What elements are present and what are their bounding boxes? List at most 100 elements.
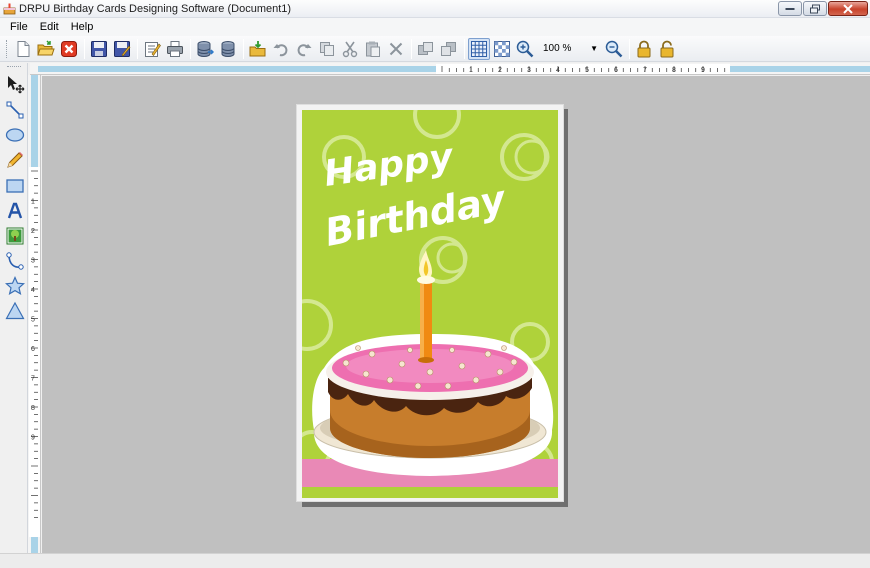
rectangle-tool[interactable] (4, 175, 26, 197)
close-document-icon (61, 40, 77, 57)
ruler-number: 3 (527, 67, 531, 74)
line-tool[interactable] (4, 99, 26, 121)
triangle-icon (5, 301, 25, 320)
toolbar-grip[interactable] (6, 39, 9, 58)
text-icon (7, 202, 23, 219)
toolbar-separator (243, 38, 244, 59)
ruler-number: 8 (672, 67, 676, 74)
ruler-ticks: 1 2 3 4 5 6 7 8 9 (31, 170, 38, 518)
import-button[interactable] (247, 38, 269, 60)
unlock-button[interactable] (656, 38, 678, 60)
maximize-button[interactable] (803, 1, 827, 16)
ruler-number: 1 (31, 199, 35, 206)
vertical-ruler: 1 2 3 4 5 6 7 8 9 (28, 75, 41, 553)
ruler-number: 5 (585, 67, 589, 74)
card-page[interactable]: Happy Birthday (296, 104, 564, 502)
new-button[interactable] (12, 38, 34, 60)
window-title: DRPU Birthday Cards Designing Software (… (19, 3, 292, 15)
zoom-out-button[interactable] (603, 38, 625, 60)
redo-button[interactable] (293, 38, 315, 60)
pointer-tool[interactable] (4, 73, 26, 95)
toolbar-separator (190, 38, 191, 59)
new-document-icon (17, 40, 30, 57)
ellipse-tool[interactable] (4, 124, 26, 146)
send-backward-icon (441, 41, 456, 56)
delete-icon (389, 42, 403, 55)
text-tool[interactable] (4, 200, 26, 222)
main-toolbar: 100 % ▼ (0, 36, 870, 62)
pencil-tool[interactable] (4, 149, 26, 171)
ruler-number: 2 (498, 67, 502, 74)
bring-forward-icon (418, 41, 433, 55)
save-as-button[interactable] (111, 38, 133, 60)
zoom-in-button[interactable] (514, 38, 536, 60)
bring-forward-button[interactable] (415, 38, 437, 60)
transparency-icon (494, 40, 510, 57)
pencil-icon (7, 152, 23, 168)
horizontal-ruler: 1 2 3 4 5 6 7 8 9 (30, 63, 870, 75)
import-icon (249, 40, 266, 56)
triangle-tool[interactable] (4, 300, 26, 322)
birthday-card[interactable]: Happy Birthday (302, 110, 558, 498)
print-button[interactable] (164, 38, 186, 60)
print-icon (167, 40, 183, 57)
star-icon (5, 276, 25, 296)
curve-tool[interactable] (4, 250, 26, 272)
status-bar (0, 553, 870, 568)
dropdown-arrow-icon: ▼ (590, 44, 598, 53)
app-icon (3, 3, 16, 15)
toolbar-separator (464, 38, 465, 59)
card-artwork: Happy Birthday (302, 110, 558, 498)
ruler-number: 4 (31, 287, 35, 294)
curve-icon (6, 252, 24, 270)
cut-button[interactable] (339, 38, 361, 60)
toolbar-separator (84, 38, 85, 59)
ruler-number: 7 (31, 376, 35, 383)
lock-button[interactable] (633, 38, 655, 60)
close-doc-button[interactable] (58, 38, 80, 60)
zoom-out-icon (605, 40, 623, 57)
star-tool[interactable] (4, 275, 26, 297)
send-backward-button[interactable] (438, 38, 460, 60)
close-button[interactable] (828, 1, 868, 16)
menu-bar: File Edit Help (0, 18, 870, 36)
ruler-number: 2 (31, 228, 35, 235)
design-canvas[interactable]: Happy Birthday (42, 76, 870, 553)
menu-file[interactable]: File (4, 19, 34, 35)
transparency-button[interactable] (491, 38, 513, 60)
undo-button[interactable] (270, 38, 292, 60)
ruler-number: 5 (31, 317, 35, 324)
database-button[interactable] (217, 38, 239, 60)
tools-panel (0, 63, 28, 553)
pointer-icon (8, 76, 25, 94)
save-button[interactable] (88, 38, 110, 60)
ruler-ticks: 1 2 3 4 5 6 7 8 9 (441, 66, 726, 74)
ruler-number: 9 (701, 67, 705, 74)
save-icon (91, 40, 107, 57)
paste-button[interactable] (362, 38, 384, 60)
tools-grip[interactable] (7, 66, 21, 68)
zoom-combo[interactable]: 100 % ▼ (539, 39, 601, 59)
toolbar-separator (137, 38, 138, 59)
ruler-number: 7 (643, 67, 647, 74)
menu-help[interactable]: Help (65, 19, 100, 35)
minimize-button[interactable] (778, 1, 802, 16)
picture-tool[interactable] (4, 225, 26, 247)
copy-format-button[interactable] (316, 38, 338, 60)
grid-button[interactable] (468, 37, 490, 60)
unlock-icon (660, 40, 674, 57)
properties-button[interactable] (141, 38, 163, 60)
menu-edit[interactable]: Edit (34, 19, 65, 35)
lock-icon (637, 40, 651, 57)
ruler-number: 9 (31, 435, 35, 442)
database-export-button[interactable] (194, 38, 216, 60)
app-window: DRPU Birthday Cards Designing Software (… (0, 0, 870, 568)
properties-icon (145, 41, 161, 57)
ruler-number: 1 (469, 67, 473, 74)
copy-format-icon (320, 41, 334, 56)
paste-icon (366, 41, 380, 57)
database-icon (221, 40, 235, 57)
minimize-icon (785, 7, 795, 10)
open-button[interactable] (35, 38, 57, 60)
delete-button[interactable] (385, 38, 407, 60)
